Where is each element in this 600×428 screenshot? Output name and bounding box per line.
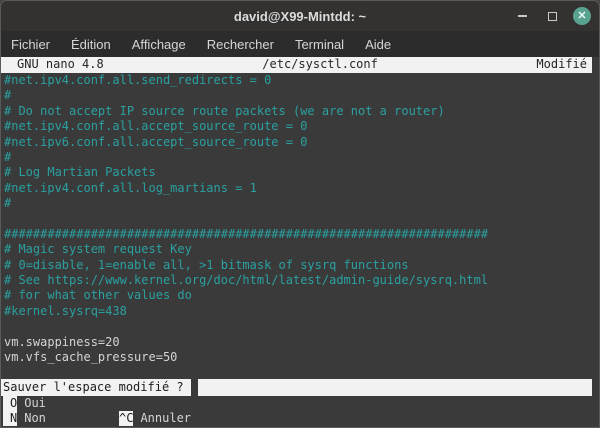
- editor-line: #: [4, 88, 599, 103]
- key-o: O: [3, 396, 17, 411]
- editor-line: #net.ipv4.conf.all.log_martians = 1: [4, 181, 599, 196]
- shortcut-yes: O Oui: [3, 396, 46, 411]
- save-prompt-label: Sauver l'espace modifié ?: [1, 379, 191, 396]
- menu-aide[interactable]: Aide: [365, 37, 391, 52]
- editor-line: #kernel.sysrq=438: [4, 304, 599, 319]
- maximize-button[interactable]: [543, 7, 561, 25]
- minimize-icon: [518, 15, 527, 17]
- prompt-gap: [191, 379, 198, 396]
- close-icon: ✕: [577, 10, 586, 22]
- minimize-button[interactable]: [513, 7, 531, 25]
- editor-line: vm.swappiness=20: [4, 335, 599, 350]
- close-button[interactable]: ✕: [573, 7, 591, 25]
- nano-statusbar: Sauver l'espace modifié ?: [1, 379, 599, 396]
- nano-modified-flag: Modifié: [536, 57, 592, 72]
- menu-affichage[interactable]: Affichage: [132, 37, 186, 52]
- maximize-icon: [548, 12, 557, 21]
- shortcut-no: N Non: [3, 411, 46, 426]
- menu-edition[interactable]: Édition: [71, 37, 111, 52]
- key-n: N: [3, 411, 17, 426]
- prompt-input-field[interactable]: [198, 379, 592, 396]
- menu-fichier[interactable]: Fichier: [11, 37, 50, 52]
- editor-line: [4, 319, 599, 334]
- window-controls: ✕: [513, 1, 591, 31]
- editor-line: # Log Martian Packets: [4, 165, 599, 180]
- window-title: david@X99-Mintdd: ~: [234, 9, 366, 24]
- editor-line: #: [4, 150, 599, 165]
- editor-line: # Do not accept IP source route packets …: [4, 104, 599, 119]
- editor-empty-space: [1, 365, 599, 379]
- editor-line: [4, 212, 599, 227]
- shortcut-yes-label: Oui: [24, 396, 46, 411]
- editor-line: #net.ipv4.conf.all.accept_source_route =…: [4, 119, 599, 134]
- editor-line: #net.ipv6.conf.all.accept_source_route =…: [4, 135, 599, 150]
- menu-bar: Fichier Édition Affichage Rechercher Ter…: [1, 31, 599, 57]
- shortcut-row-2: N Non ^C Annuler: [1, 411, 599, 426]
- terminal-window: david@X99-Mintdd: ~ ✕ Fichier Édition Af…: [0, 0, 600, 428]
- editor-line: #: [4, 196, 599, 211]
- terminal-screen[interactable]: GNU nano 4.8 /etc/sysctl.conf Modifié #n…: [1, 57, 599, 427]
- menu-rechercher[interactable]: Rechercher: [207, 37, 274, 52]
- editor-buffer: #net.ipv4.conf.all.send_redirects = 0 # …: [1, 73, 599, 365]
- shortcut-cancel: ^C Annuler: [119, 411, 191, 426]
- nano-titlebar: GNU nano 4.8 /etc/sysctl.conf Modifié: [1, 57, 592, 73]
- nano-filename: /etc/sysctl.conf: [104, 57, 537, 72]
- shortcut-no-label: Non: [24, 411, 46, 426]
- editor-line: # See https://www.kernel.org/doc/html/la…: [4, 273, 599, 288]
- editor-line: vm.vfs_cache_pressure=50: [4, 350, 599, 365]
- menu-terminal[interactable]: Terminal: [295, 37, 344, 52]
- editor-line: # 0=disable, 1=enable all, >1 bitmask of…: [4, 258, 599, 273]
- key-ctrl-c: ^C: [119, 411, 133, 426]
- shortcut-row-1: O Oui: [1, 396, 599, 411]
- editor-line: ########################################…: [4, 227, 599, 242]
- window-titlebar[interactable]: david@X99-Mintdd: ~ ✕: [1, 1, 599, 31]
- nano-version: GNU nano 4.8: [1, 57, 104, 72]
- editor-line: # for what other values do: [4, 288, 599, 303]
- editor-line: # Magic system request Key: [4, 242, 599, 257]
- shortcut-cancel-label: Annuler: [140, 411, 191, 426]
- editor-line: #net.ipv4.conf.all.send_redirects = 0: [4, 73, 599, 88]
